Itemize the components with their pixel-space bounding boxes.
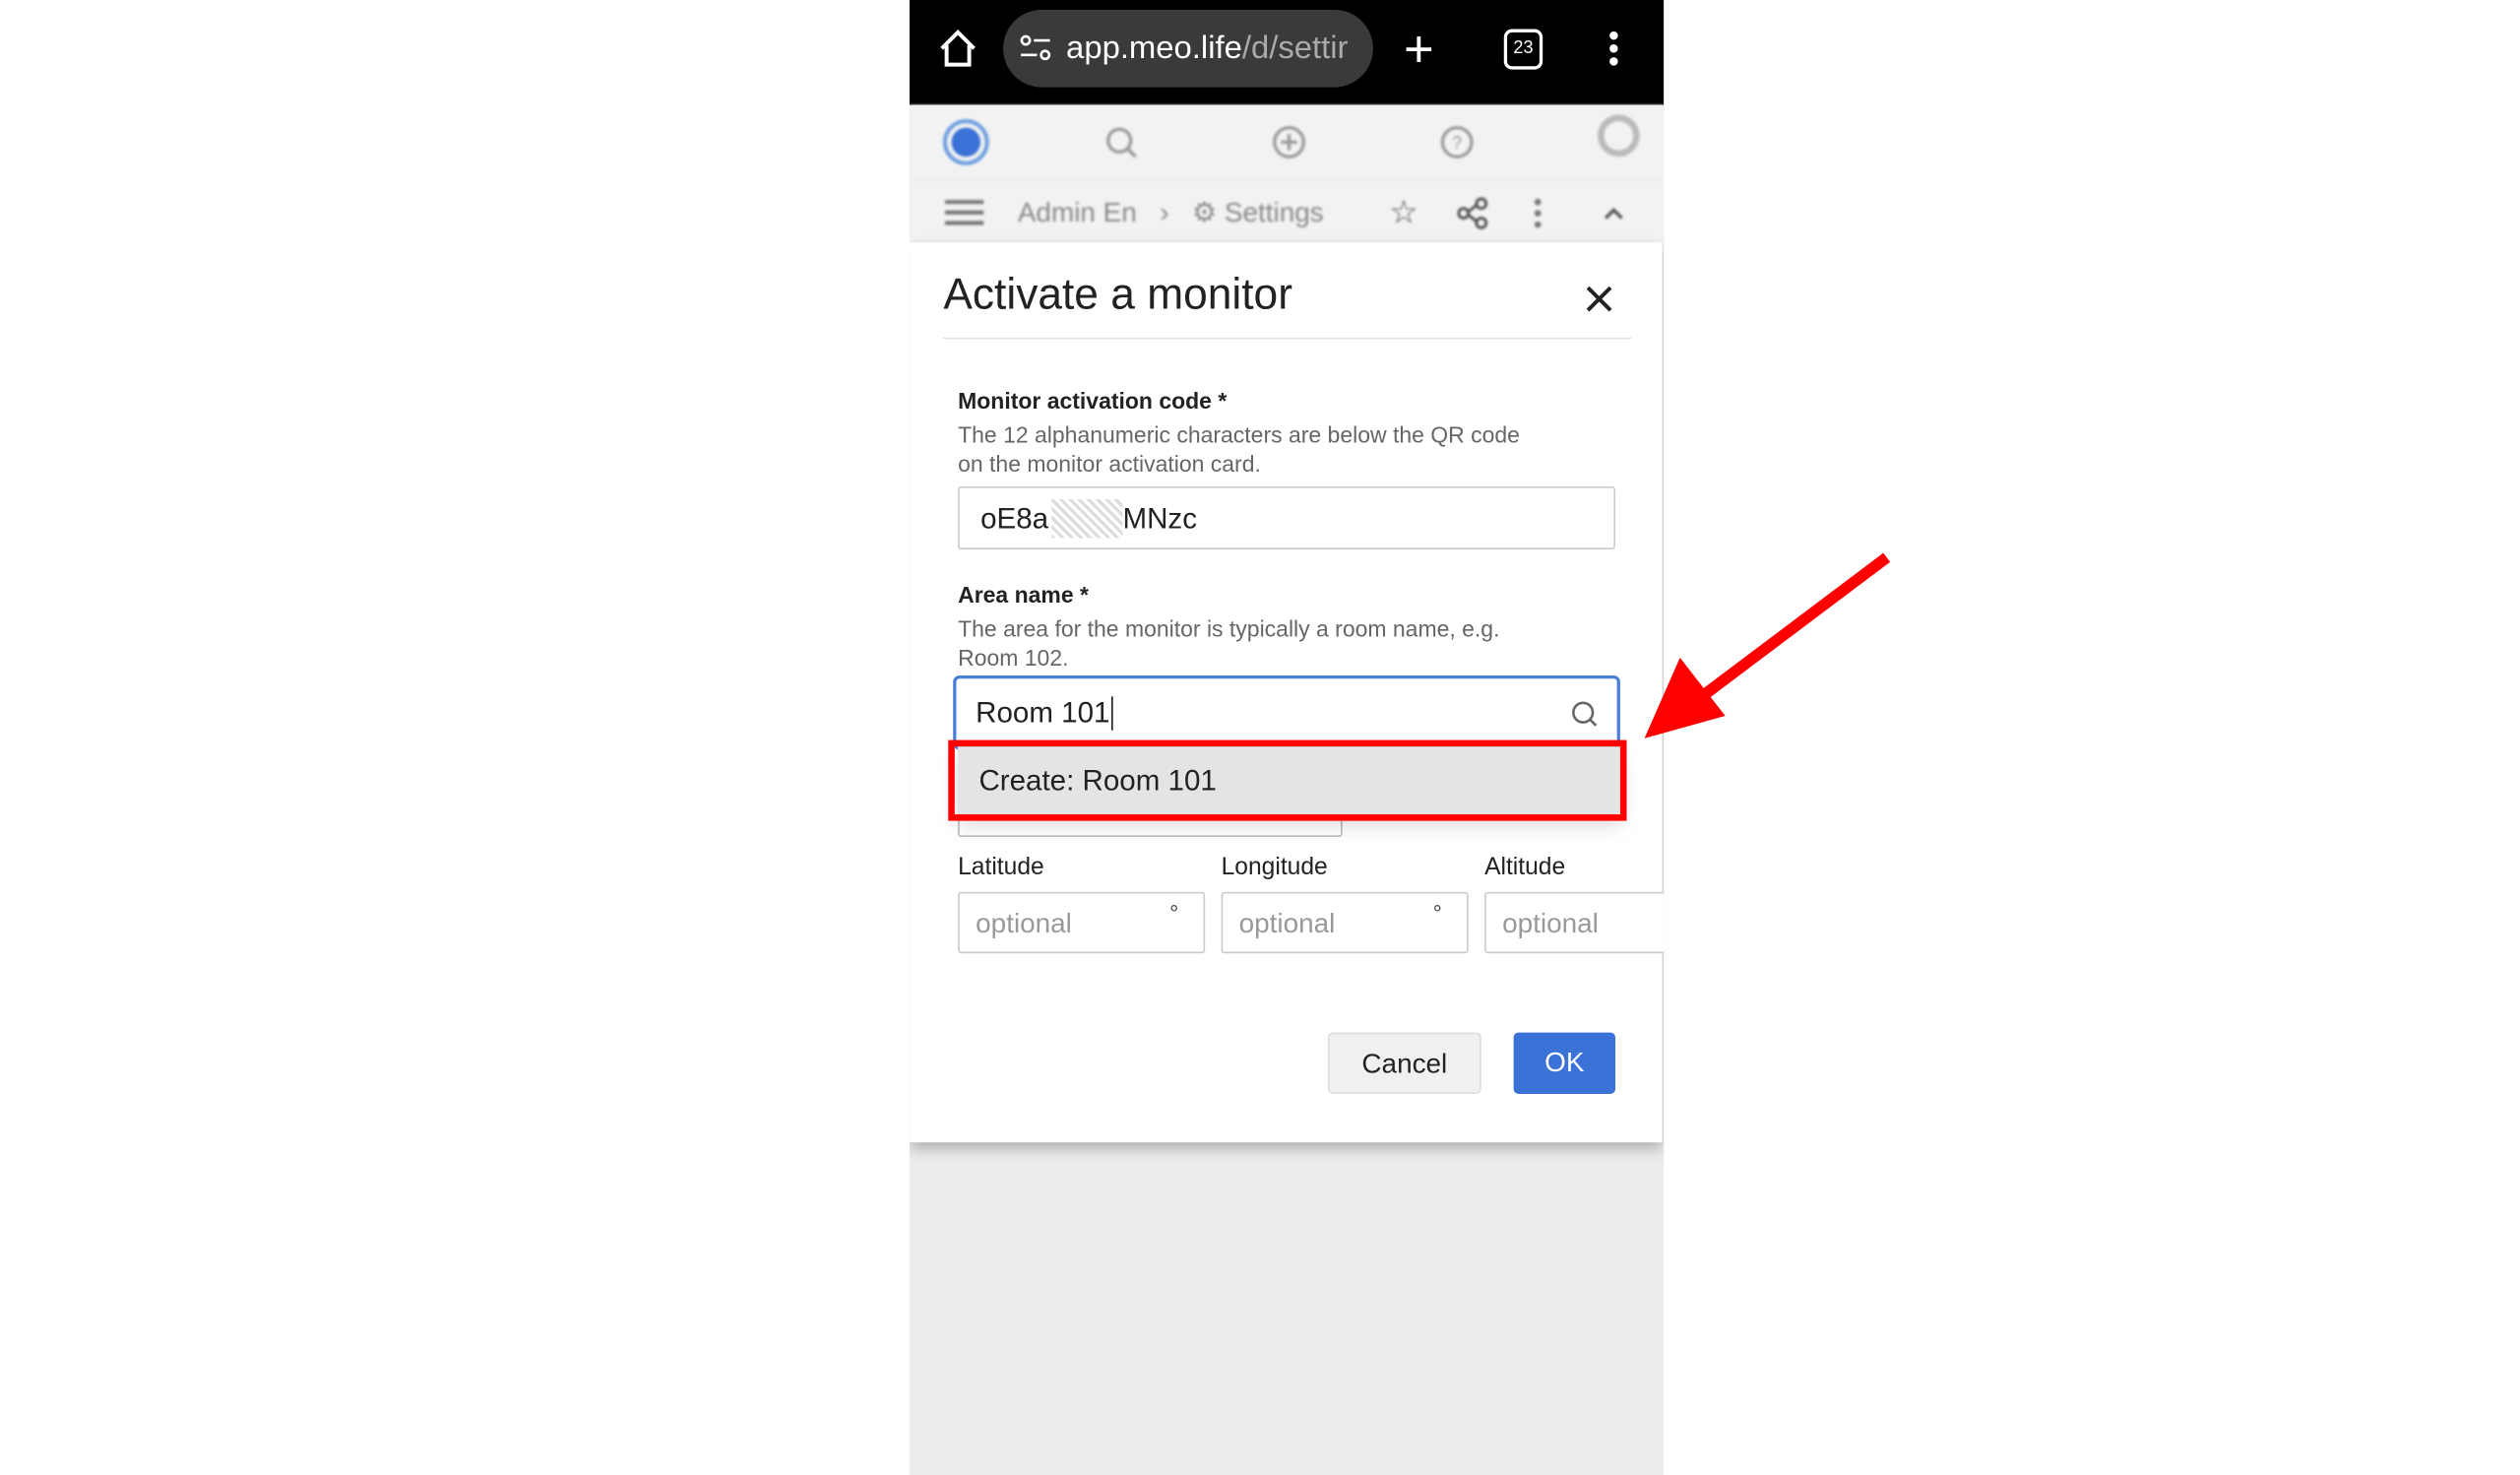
more-vertical-icon[interactable] [1533, 197, 1543, 229]
activate-monitor-dialog: Activate a monitor Monitor activation co… [909, 242, 1665, 1143]
altitude-placeholder: optional [1502, 908, 1599, 939]
cancel-button[interactable]: Cancel [1327, 1032, 1481, 1094]
address-bar[interactable]: app.meo.life/d/settir [1003, 9, 1373, 88]
tab-count-button[interactable]: 23 [1503, 29, 1544, 70]
latitude-label: Latitude [958, 853, 1044, 881]
longitude-input[interactable]: optional ° [1221, 891, 1469, 954]
avatar-icon[interactable] [1595, 114, 1643, 167]
area-name-input[interactable]: Room 101 [953, 674, 1620, 750]
code-value-end: MNzc [1122, 502, 1197, 536]
area-name-value: Room 101 [976, 696, 1113, 731]
area-name-help: Room 102. [958, 644, 1069, 672]
red-arrow-annotation [1644, 552, 1891, 738]
tab-count: 23 [1513, 38, 1534, 59]
divider [943, 337, 1632, 340]
star-icon[interactable]: ☆ [1389, 192, 1418, 232]
ok-button[interactable]: OK [1513, 1032, 1615, 1094]
more-vertical-icon[interactable] [1607, 30, 1620, 72]
chevron-up-icon[interactable] [1603, 205, 1625, 221]
code-value-start: oE8a [980, 502, 1049, 536]
search-icon[interactable] [1103, 124, 1139, 160]
app-navbar: ? [909, 104, 1665, 183]
area-name-label: Area name * [958, 581, 1089, 609]
activation-code-label: Monitor activation code * [958, 387, 1228, 415]
activation-code-input[interactable]: oE8a MNzc [958, 485, 1615, 549]
url-host: app.meo.life [1066, 31, 1242, 67]
home-icon[interactable] [937, 28, 979, 70]
area-name-help: The area for the monitor is typically a … [958, 615, 1500, 642]
highlight-box [948, 739, 1627, 821]
gear-icon: ⚙ [1192, 197, 1218, 228]
browser-toolbar: app.meo.life/d/settir + 23 [909, 0, 1665, 105]
close-icon[interactable] [1586, 286, 1612, 312]
svg-text:?: ? [1452, 133, 1462, 153]
new-tab-icon[interactable]: + [1404, 20, 1434, 78]
phone-screen: app.meo.life/d/settir + 23 ? Admin En › … [909, 0, 1665, 1475]
latitude-placeholder: optional [976, 908, 1072, 939]
latitude-input[interactable]: optional ° [958, 891, 1206, 954]
longitude-placeholder: optional [1238, 908, 1336, 939]
altitude-input[interactable]: optional [1484, 891, 1665, 954]
breadcrumb-item-settings[interactable]: Settings [1225, 197, 1324, 229]
help-icon[interactable]: ? [1439, 124, 1475, 160]
breadcrumb-separator: › [1160, 197, 1169, 228]
breadcrumb-item-admin[interactable]: Admin En [1018, 197, 1137, 229]
site-settings-icon[interactable] [1019, 33, 1051, 63]
url-path: /d/settir [1241, 31, 1349, 67]
dialog-title: Activate a monitor [943, 270, 1292, 319]
longitude-label: Longitude [1221, 853, 1328, 881]
activation-code-help: The 12 alphanumeric characters are below… [958, 421, 1520, 448]
degree-unit: ° [1432, 900, 1442, 927]
redacted-area [1051, 499, 1123, 539]
menu-icon[interactable] [944, 199, 984, 226]
search-icon [1572, 701, 1598, 727]
degree-unit: ° [1169, 900, 1179, 927]
share-icon[interactable] [1457, 197, 1489, 229]
activation-code-help: on the monitor activation card. [958, 450, 1261, 478]
app-logo-icon[interactable] [942, 118, 990, 166]
altitude-label: Altitude [1484, 853, 1566, 881]
breadcrumb-bar: Admin En › ⚙ Settings ☆ [909, 180, 1665, 243]
add-icon[interactable] [1271, 124, 1306, 160]
